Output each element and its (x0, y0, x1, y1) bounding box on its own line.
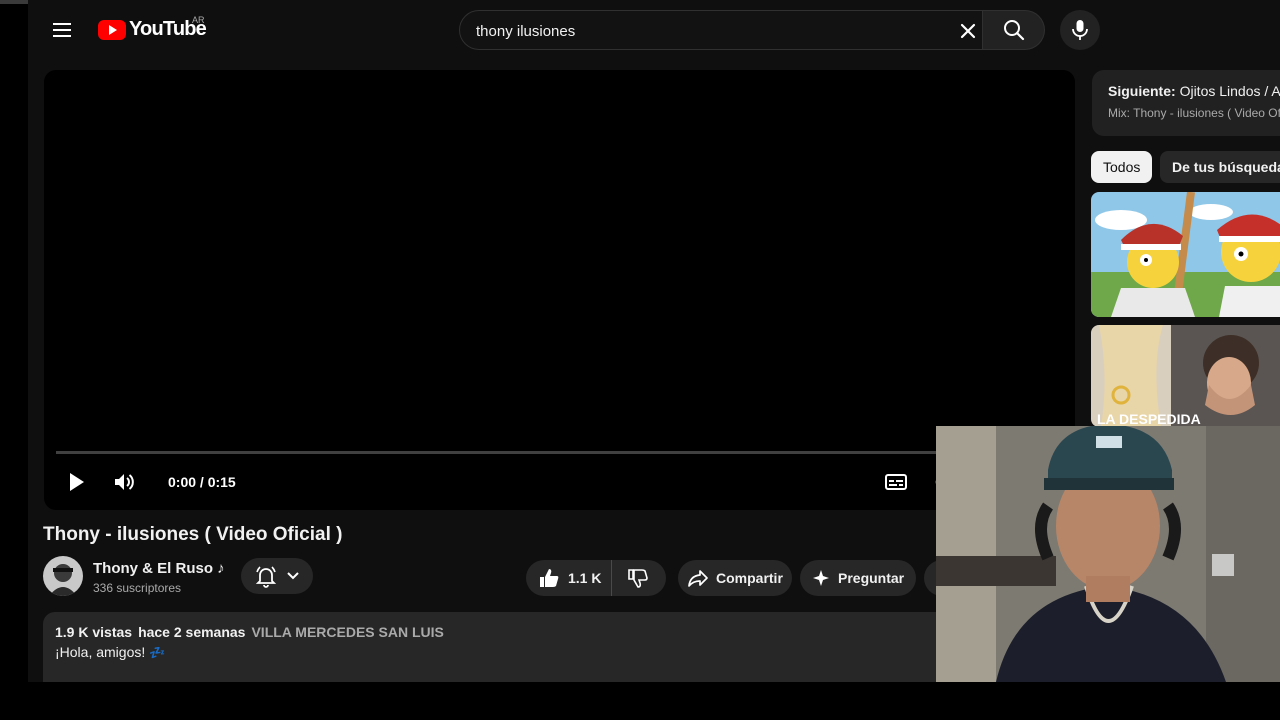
webcam-overlay (936, 426, 1280, 682)
close-icon[interactable] (957, 20, 979, 42)
bell-icon (255, 566, 277, 588)
up-next-label: Siguiente: (1108, 83, 1176, 99)
time-display: 0:00 / 0:15 (168, 474, 236, 490)
location-tag[interactable]: VILLA MERCEDES SAN LUIS (251, 624, 443, 640)
thumbs-up-icon (540, 569, 559, 587)
chip-all[interactable]: Todos (1091, 151, 1153, 183)
search-box (459, 10, 983, 50)
voice-search-button[interactable] (1060, 10, 1100, 50)
description-greeting: ¡Hola, amigos! (55, 644, 146, 660)
share-label: Compartir (716, 570, 783, 586)
notification-bell-button[interactable] (241, 558, 313, 594)
ask-label: Preguntar (838, 570, 905, 586)
video-title: Thony - ilusiones ( Video Oficial ) (43, 524, 343, 545)
ask-button[interactable]: Preguntar (800, 560, 916, 596)
channel-name[interactable]: Thony & El Ruso ♪ (93, 560, 225, 577)
up-next-title: Ojitos Lindos / Ac (1179, 83, 1280, 99)
description-meta: 1.9 K vistas hace 2 semanas VILLA MERCEDES… (55, 624, 444, 640)
share-button[interactable]: Compartir (678, 560, 792, 596)
like-dislike-group: 1.1 K (526, 560, 666, 596)
reality-show-thumbnail[interactable]: LA DESPEDIDA (1091, 325, 1280, 427)
player-progress-bar[interactable] (56, 451, 1063, 454)
search-button[interactable] (983, 10, 1045, 50)
youtube-play-icon (98, 19, 126, 40)
like-count: 1.1 K (568, 570, 602, 586)
microphone-icon (1072, 20, 1088, 40)
like-button[interactable]: 1.1 K (526, 560, 612, 596)
search-icon (1003, 20, 1024, 41)
share-icon (688, 570, 708, 587)
volume-icon[interactable] (112, 470, 136, 494)
subtitles-icon[interactable] (884, 470, 908, 494)
player-controls: 0:00 / 0:15 (44, 466, 1075, 498)
search-input[interactable] (476, 20, 916, 42)
description-box[interactable]: 1.9 K vistas hace 2 semanas VILLA MERCEDES… (43, 612, 963, 682)
dislike-button[interactable] (612, 560, 664, 596)
chevron-down-icon (287, 572, 299, 580)
thumbs-down-icon (628, 569, 648, 588)
avatar[interactable] (43, 556, 83, 596)
up-next-panel[interactable]: Siguiente: Ojitos Lindos / Ac Mix: Thony… (1092, 70, 1280, 136)
cartoon-thumbnail[interactable] (1091, 192, 1280, 317)
upload-date: hace 2 semanas (138, 624, 246, 640)
up-next-title-line: Siguiente: Ojitos Lindos / Ac (1108, 83, 1280, 99)
screen: YouTube AR 0:00 / 0:15 (0, 0, 1280, 720)
up-next-mix: Mix: Thony - ilusiones ( Video Of (1108, 106, 1280, 120)
video-player[interactable]: 0:00 / 0:15 (44, 70, 1075, 510)
sleep-emoji: 💤 (149, 645, 166, 660)
thumbnail-caption: LA DESPEDIDA (1097, 411, 1201, 427)
play-icon[interactable] (64, 470, 88, 494)
description-text: ¡Hola, amigos! 💤 (55, 644, 165, 661)
menu-icon[interactable] (50, 16, 74, 44)
chip-from-searches[interactable]: De tus búsquedas (1160, 151, 1280, 183)
sparkle-icon (813, 570, 829, 586)
youtube-logo[interactable]: YouTube (98, 18, 207, 41)
view-count: 1.9 K vistas (55, 624, 133, 640)
country-code: AR (192, 15, 205, 25)
subscriber-count: 336 suscriptores (93, 581, 182, 595)
